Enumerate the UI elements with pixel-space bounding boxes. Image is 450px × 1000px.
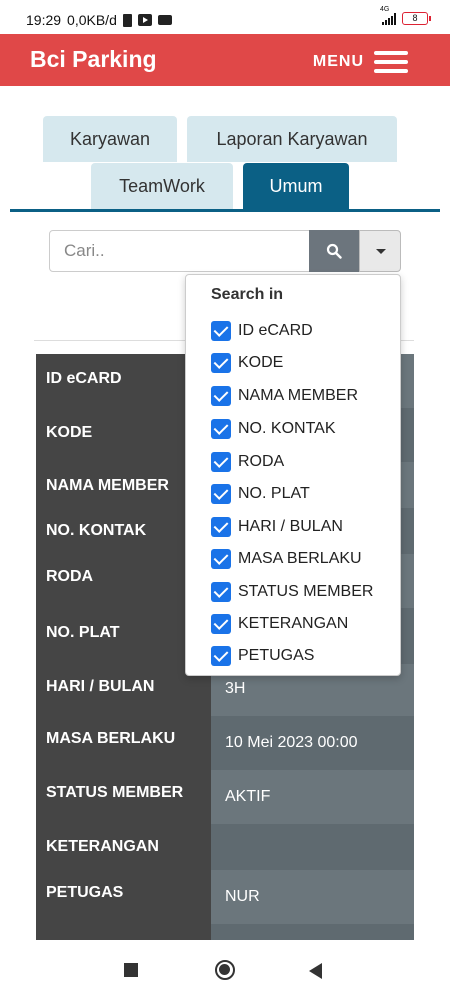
- mail-icon: [157, 15, 172, 25]
- search-option-nama-member[interactable]: NAMA MEMBER: [211, 385, 358, 407]
- back-icon[interactable]: [309, 963, 322, 979]
- row-value: NUR: [211, 870, 414, 924]
- checkbox-checked-icon[interactable]: [211, 484, 231, 504]
- search-option-petugas[interactable]: PETUGAS: [211, 645, 314, 667]
- table-row: KETERANGAN: [36, 824, 414, 870]
- status-time: 19:29: [26, 12, 62, 28]
- search-option-id-ecard[interactable]: ID eCARD: [211, 320, 313, 342]
- table-row: STATUS MEMBER AKTIF: [36, 770, 414, 824]
- system-nav-bar: [0, 940, 450, 1000]
- search-option-keterangan[interactable]: KETERANGAN: [211, 613, 348, 635]
- checkbox-checked-icon[interactable]: [211, 419, 231, 439]
- row-value: AKTIF: [211, 770, 414, 824]
- checkbox-checked-icon[interactable]: [211, 321, 231, 341]
- search-option-no-plat[interactable]: NO. PLAT: [211, 483, 310, 505]
- row-label: PETUGAS: [36, 870, 211, 924]
- search-button[interactable]: [309, 230, 359, 272]
- checkbox-checked-icon[interactable]: [211, 517, 231, 537]
- search-input[interactable]: [49, 230, 310, 272]
- search-option-kode[interactable]: KODE: [211, 352, 283, 374]
- tab-laporan-karyawan[interactable]: Laporan Karyawan: [187, 116, 397, 162]
- status-right: 4G 8: [380, 6, 431, 25]
- checkbox-checked-icon[interactable]: [211, 614, 231, 634]
- table-row: PETUGAS NUR: [36, 870, 414, 924]
- row-label: MASA BERLAKU: [36, 716, 211, 770]
- search-option-masa-berlaku[interactable]: MASA BERLAKU: [211, 548, 362, 570]
- hamburger-icon: [374, 51, 408, 73]
- search-icon: [326, 243, 342, 259]
- checkbox-checked-icon[interactable]: [211, 646, 231, 666]
- search-option-no-kontak[interactable]: NO. KONTAK: [211, 418, 336, 440]
- youtube-icon: [137, 14, 152, 26]
- checkbox-checked-icon[interactable]: [211, 582, 231, 602]
- checkbox-checked-icon[interactable]: [211, 353, 231, 373]
- row-value: 10 Mei 2023 00:00: [211, 716, 414, 770]
- row-value: [211, 824, 414, 870]
- tab-teamwork[interactable]: TeamWork: [91, 163, 233, 209]
- search-option-roda[interactable]: RODA: [211, 451, 284, 473]
- signal-icon: 4G: [380, 6, 396, 25]
- status-left: 19:29 0,0KB/d: [26, 12, 172, 28]
- checkbox-checked-icon[interactable]: [211, 386, 231, 406]
- search-option-hari-bulan[interactable]: HARI / BULAN: [211, 516, 343, 538]
- row-label: STATUS MEMBER: [36, 770, 211, 824]
- recent-apps-icon[interactable]: [124, 963, 138, 977]
- home-icon[interactable]: [215, 960, 235, 980]
- caret-down-icon: [376, 249, 386, 254]
- menu-label: MENU: [312, 53, 364, 70]
- search-option-status-member[interactable]: STATUS MEMBER: [211, 581, 373, 603]
- table-row: MASA BERLAKU 10 Mei 2023 00:00: [36, 716, 414, 770]
- tab-karyawan[interactable]: Karyawan: [43, 116, 177, 162]
- checkbox-checked-icon[interactable]: [211, 452, 231, 472]
- table-row: [36, 924, 414, 940]
- search-in-title: Search in: [211, 286, 284, 303]
- row-label: KETERANGAN: [36, 824, 211, 870]
- search-options-toggle[interactable]: [359, 230, 401, 272]
- status-bar: 19:29 0,0KB/d 4G 8: [0, 0, 450, 34]
- search-in-dropdown: Search in ID eCARD KODE NAMA MEMBER NO. …: [185, 274, 401, 676]
- tab-umum[interactable]: Umum: [243, 163, 349, 209]
- battery-icon: 8: [402, 12, 431, 25]
- tab-underline: [10, 209, 440, 212]
- network-type: 4G: [380, 5, 390, 13]
- app-navbar: Bci Parking MENU: [0, 34, 450, 86]
- checkbox-checked-icon[interactable]: [211, 549, 231, 569]
- app-title[interactable]: Bci Parking: [30, 46, 157, 73]
- battery-saver-icon: [122, 13, 132, 27]
- menu-button[interactable]: MENU: [313, 51, 408, 73]
- status-speed: 0,0KB/d: [67, 12, 117, 28]
